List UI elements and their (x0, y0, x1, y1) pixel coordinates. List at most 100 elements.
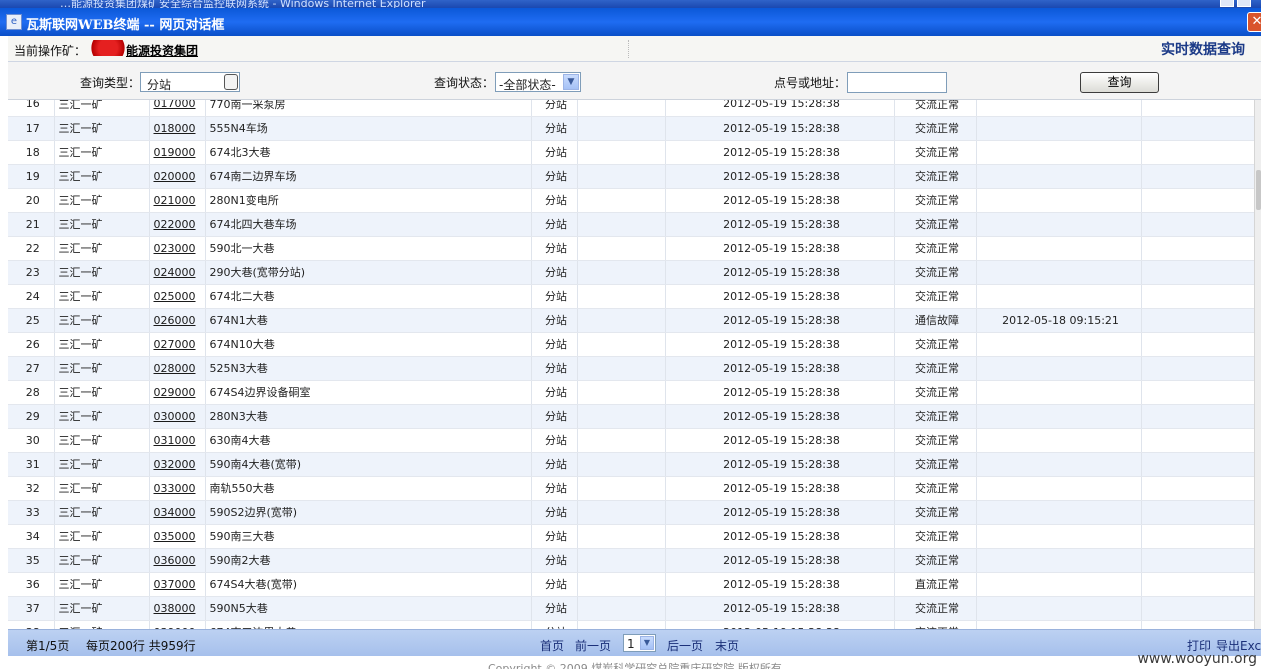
fault-time (976, 596, 1142, 621)
station-status: 交流正常 (894, 236, 977, 261)
station-code-link[interactable]: 020000 (154, 170, 196, 183)
query-status-select[interactable]: -全部状态- ▼ (495, 72, 581, 92)
mine-name: 三汇一矿 (54, 100, 150, 117)
empty-cell (577, 476, 666, 501)
station-code-link[interactable]: 038000 (154, 602, 196, 615)
station-code-link[interactable]: 030000 (154, 410, 196, 423)
pager-bar: 第1/5页 每页200行 共959行 首页 前一页 1 ▼ 后一页 末页 打印 … (8, 629, 1261, 656)
redaction-mark (86, 40, 130, 56)
empty-cell (1141, 476, 1254, 501)
station-code-link[interactable]: 028000 (154, 362, 196, 375)
location: 290大巷(宽带分站) (205, 260, 532, 285)
station-code-link[interactable]: 029000 (154, 386, 196, 399)
update-time: 2012-05-19 15:28:38 (665, 452, 895, 477)
station-code-link[interactable]: 019000 (154, 146, 196, 159)
scrollbar-thumb[interactable] (1256, 170, 1261, 210)
update-time: 2012-05-19 15:28:38 (665, 572, 895, 597)
update-time: 2012-05-19 15:28:38 (665, 236, 895, 261)
last-page-link[interactable]: 末页 (715, 637, 739, 654)
station-code-link[interactable]: 021000 (154, 194, 196, 207)
dialog-close-button[interactable]: ✕ (1247, 12, 1261, 32)
station-code: 027000 (149, 332, 206, 357)
update-time: 2012-05-19 15:28:38 (665, 308, 895, 333)
row-index: 37 (8, 596, 55, 621)
station-code: 028000 (149, 356, 206, 381)
station-code-link[interactable]: 017000 (154, 100, 196, 110)
update-time: 2012-05-19 15:28:38 (665, 380, 895, 405)
empty-cell (1141, 260, 1254, 285)
point-type: 分站 (531, 332, 578, 357)
empty-cell (577, 236, 666, 261)
copyright-bar: Copyright © 2009 煤炭科学研究总院重庆研究院 版权所有 (0, 656, 1261, 669)
fault-time (976, 428, 1142, 453)
mine-name: 三汇一矿 (54, 140, 150, 165)
mine-name: 三汇一矿 (54, 572, 150, 597)
point-type: 分站 (531, 236, 578, 261)
point-type: 分站 (531, 308, 578, 333)
next-page-link[interactable]: 后一页 (667, 637, 703, 654)
station-code-link[interactable]: 031000 (154, 434, 196, 447)
table-row: 20 三汇一矿 021000 280N1变电所 分站 2012-05-19 15:28:3… (8, 188, 1254, 213)
empty-cell (577, 428, 666, 453)
vertical-scrollbar[interactable] (1254, 100, 1261, 629)
station-status: 交流正常 (894, 188, 977, 213)
empty-cell (1141, 524, 1254, 549)
first-page-link[interactable]: 首页 (540, 637, 564, 654)
location: 630南4大巷 (205, 428, 532, 453)
station-code-link[interactable]: 033000 (154, 482, 196, 495)
update-time: 2012-05-19 15:28:38 (665, 500, 895, 525)
station-code-link[interactable]: 022000 (154, 218, 196, 231)
minimize-button[interactable] (1220, 0, 1234, 7)
table-row: 24 三汇一矿 025000 674北二大巷 分站 2012-05-19 15:28:38… (8, 284, 1254, 309)
row-index: 21 (8, 212, 55, 237)
station-code-link[interactable]: 026000 (154, 314, 196, 327)
station-code-link[interactable]: 024000 (154, 266, 196, 279)
station-status: 交流正常 (894, 524, 977, 549)
page-select[interactable]: 1 ▼ (623, 634, 656, 652)
prev-page-link[interactable]: 前一页 (575, 637, 611, 654)
data-grid: 16 三汇一矿 017000 770南一采泵房 分站 2012-05-19 15:28:3… (8, 100, 1254, 629)
station-code: 039000 (149, 620, 206, 629)
station-code-link[interactable]: 025000 (154, 290, 196, 303)
station-status: 交流正常 (894, 548, 977, 573)
empty-cell (577, 284, 666, 309)
query-button[interactable]: 查询 (1080, 72, 1159, 93)
mine-name: 三汇一矿 (54, 188, 150, 213)
station-code: 035000 (149, 524, 206, 549)
chevron-down-icon[interactable]: ▼ (563, 74, 579, 90)
station-code: 020000 (149, 164, 206, 189)
row-index: 19 (8, 164, 55, 189)
empty-cell (1141, 284, 1254, 309)
query-type-picker-button[interactable] (224, 74, 238, 90)
operator-value[interactable]: 能源投资集团 (126, 42, 198, 59)
point-type: 分站 (531, 452, 578, 477)
station-status: 交流正常 (894, 260, 977, 285)
station-code: 022000 (149, 212, 206, 237)
station-code-link[interactable]: 035000 (154, 530, 196, 543)
empty-cell (577, 164, 666, 189)
address-input[interactable] (847, 72, 947, 93)
table-row: 26 三汇一矿 027000 674N10大巷 分站 2012-05-19 15:28:3… (8, 332, 1254, 357)
station-code-link[interactable]: 018000 (154, 122, 196, 135)
station-code-link[interactable]: 034000 (154, 506, 196, 519)
location: 674S4大巷(宽带) (205, 572, 532, 597)
table-row: 21 三汇一矿 022000 674北四大巷车场 分站 2012-05-19 15:28:… (8, 212, 1254, 237)
empty-cell (1141, 308, 1254, 333)
station-code-link[interactable]: 027000 (154, 338, 196, 351)
empty-cell (577, 212, 666, 237)
station-code-link[interactable]: 032000 (154, 458, 196, 471)
update-time: 2012-05-19 15:28:38 (665, 476, 895, 501)
empty-cell (577, 548, 666, 573)
row-index: 27 (8, 356, 55, 381)
station-code-link[interactable]: 036000 (154, 554, 196, 567)
chevron-down-icon[interactable]: ▼ (640, 636, 654, 650)
fault-time (976, 452, 1142, 477)
query-bar: 查询类型： 分站 查询状态： -全部状态- ▼ 点号或地址： 查询 (8, 62, 1261, 100)
page-header: 当前操作矿： 能源投资集团 实时数据查询 (8, 36, 1261, 62)
query-type-field[interactable]: 分站 (140, 72, 240, 92)
station-code-link[interactable]: 037000 (154, 578, 196, 591)
mine-name: 三汇一矿 (54, 380, 150, 405)
station-code-link[interactable]: 023000 (154, 242, 196, 255)
station-status: 交流正常 (894, 140, 977, 165)
close-window-button[interactable] (1237, 0, 1251, 7)
